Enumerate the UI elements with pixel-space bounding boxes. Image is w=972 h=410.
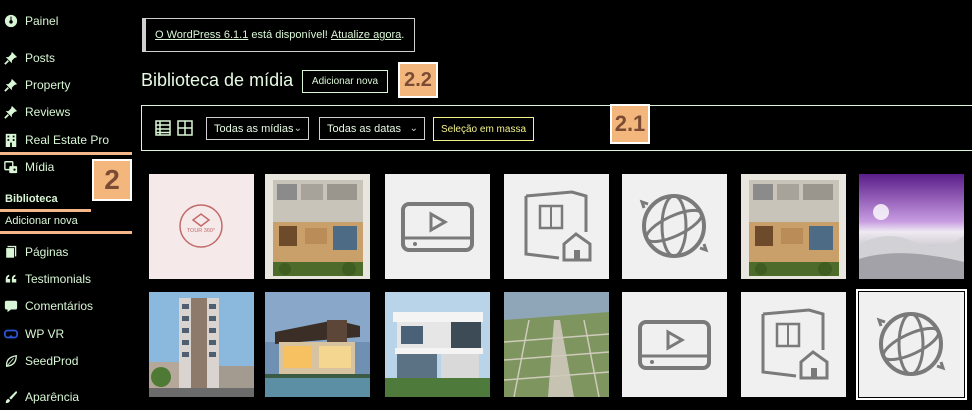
- date-value: Todas as datas: [327, 122, 401, 135]
- chevron-down-icon: ⌄: [293, 123, 302, 134]
- annotation-badge-2: 2: [92, 159, 132, 201]
- media-type-select[interactable]: Todas as mídias ⌄: [206, 117, 309, 140]
- highlight-line: [0, 152, 132, 155]
- sidebar-item-comentarios[interactable]: Comentários: [0, 295, 136, 317]
- media-thumbnail[interactable]: [265, 292, 370, 397]
- sidebar-item-testimonials[interactable]: Testimonials: [0, 268, 136, 290]
- building-icon: [3, 132, 19, 148]
- pages-icon: [3, 244, 19, 260]
- sidebar-item-label: Testimonials: [25, 272, 92, 286]
- update-notice: O WordPress 6.1.1 está disponível! Atual…: [142, 18, 415, 52]
- media-thumbnail[interactable]: [741, 292, 846, 397]
- notice-text: está disponível!: [248, 29, 331, 41]
- sidebar-item-wp-vr[interactable]: WP VR: [0, 323, 136, 345]
- sidebar-item-label: Páginas: [25, 245, 69, 259]
- highlight-line: [0, 209, 91, 212]
- sidebar-subitem-adicionar-nova[interactable]: Adicionar nova: [5, 215, 78, 227]
- add-new-button[interactable]: Adicionar nova: [302, 70, 388, 93]
- sidebar-item-paginas[interactable]: Páginas: [0, 241, 136, 263]
- highlight-line: [0, 231, 132, 234]
- sidebar-item-painel[interactable]: Painel: [0, 10, 136, 32]
- leaf-icon: [3, 353, 19, 369]
- wordpress-version-link[interactable]: O WordPress 6.1.1: [155, 29, 248, 41]
- dashboard-icon: [3, 13, 19, 29]
- sidebar-item-label: Comentários: [25, 299, 94, 313]
- annotation-badge-2-2: 2.2: [398, 62, 438, 98]
- pin-icon: [3, 50, 19, 66]
- admin-sidebar: Painel Posts Property Reviews Real Estat…: [0, 0, 136, 410]
- sidebar-item-real-estate-pro[interactable]: Real Estate Pro: [0, 129, 136, 151]
- page-title: Biblioteca de mídia: [141, 70, 294, 90]
- annotation-badge-2-1: 2.1: [610, 104, 650, 144]
- pin-icon: [3, 77, 19, 93]
- sidebar-item-label: Mídia: [25, 160, 55, 174]
- media-thumbnail[interactable]: TOUR 360°: [149, 174, 254, 279]
- media-thumbnail[interactable]: [622, 174, 727, 279]
- pin-icon: [3, 104, 19, 120]
- sidebar-item-label: Real Estate Pro: [25, 133, 110, 147]
- media-thumbnail[interactable]: [265, 174, 370, 279]
- sidebar-item-aparencia[interactable]: Aparência: [0, 386, 136, 408]
- notice-end: .: [401, 29, 405, 41]
- sidebar-item-label: Aparência: [25, 390, 80, 404]
- list-view-icon[interactable]: [155, 120, 171, 136]
- sidebar-subitem-biblioteca[interactable]: Biblioteca: [5, 193, 58, 205]
- sidebar-item-label: Reviews: [25, 105, 71, 119]
- brush-icon: [3, 389, 19, 405]
- tour-360-label: TOUR 360°: [187, 228, 215, 234]
- date-select[interactable]: Todas as datas ⌄: [319, 117, 425, 140]
- media-thumbnail[interactable]: [859, 174, 964, 279]
- sidebar-item-label: WP VR: [25, 327, 65, 341]
- media-icon: [3, 159, 19, 175]
- selected-item-frame: [856, 289, 967, 400]
- bulk-select-button[interactable]: Seleção em massa: [433, 117, 534, 141]
- vr-icon: [3, 326, 19, 342]
- sidebar-item-reviews[interactable]: Reviews: [0, 101, 136, 123]
- media-thumbnail[interactable]: [504, 292, 609, 397]
- sidebar-item-posts[interactable]: Posts: [0, 47, 136, 69]
- sidebar-item-label: SeedProd: [25, 354, 79, 368]
- media-thumbnail[interactable]: [385, 174, 490, 279]
- sidebar-item-property[interactable]: Property: [0, 74, 136, 96]
- update-now-link[interactable]: Atualize agora: [331, 29, 401, 41]
- media-thumbnail[interactable]: [622, 292, 727, 397]
- grid-view-icon[interactable]: [177, 120, 193, 136]
- chevron-down-icon: ⌄: [409, 123, 418, 134]
- comment-icon: [3, 298, 19, 314]
- media-thumbnail[interactable]: [149, 292, 254, 397]
- media-thumbnail[interactable]: [741, 174, 846, 279]
- sidebar-item-seedprod[interactable]: SeedProd: [0, 350, 136, 372]
- sidebar-item-label: Painel: [25, 14, 59, 28]
- media-thumbnail[interactable]: [504, 174, 609, 279]
- sidebar-item-label: Property: [25, 78, 71, 92]
- quote-icon: [3, 271, 19, 287]
- sidebar-item-label: Posts: [25, 51, 56, 65]
- media-type-value: Todas as mídias: [214, 122, 294, 135]
- media-thumbnail[interactable]: [385, 292, 490, 397]
